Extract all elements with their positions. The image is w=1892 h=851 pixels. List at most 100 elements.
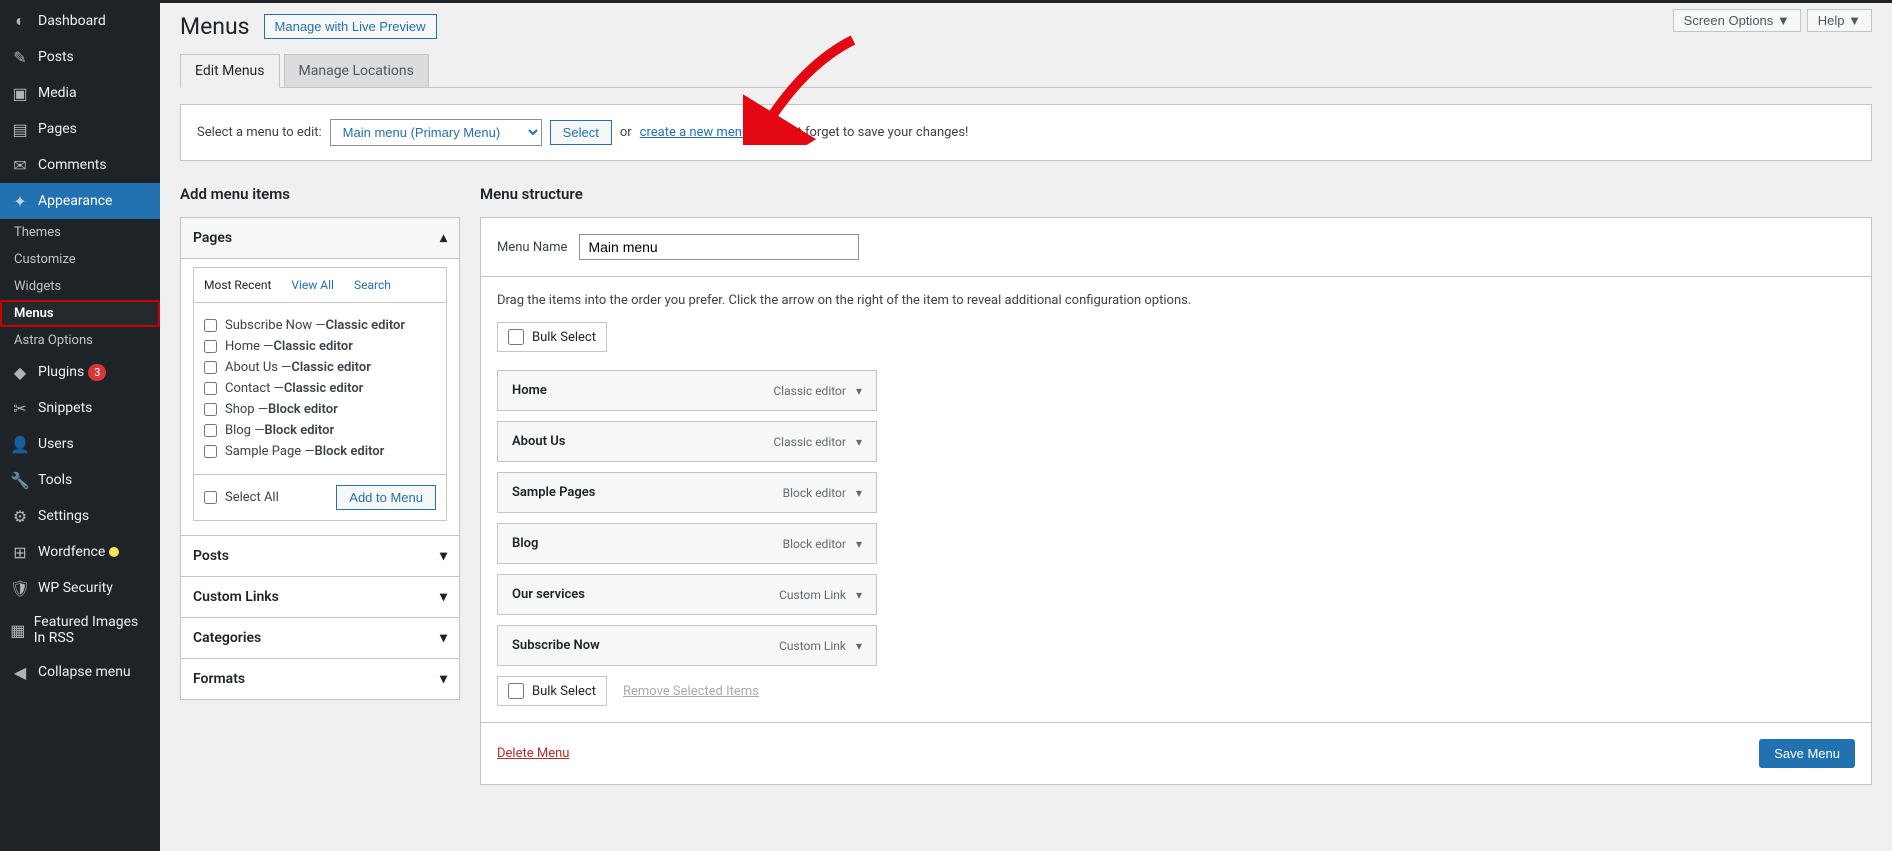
select-all-checkbox[interactable] [204,491,217,504]
sidebar-item-label: Wordfence [38,544,105,560]
inner-tab-search[interactable]: Search [344,268,401,302]
inner-tab-view-all[interactable]: View All [281,268,344,302]
tools-icon: 🔧 [10,470,30,490]
acc-pages-body: Most Recent View All Search Subscribe No… [181,258,459,535]
acc-custom-links-header[interactable]: Custom Links▾ [181,576,459,617]
menu-item-label: Our services [512,587,585,602]
screen-options-button[interactable]: Screen Options ▼ [1673,9,1801,32]
acc-categories-header[interactable]: Categories▾ [181,617,459,658]
live-preview-button[interactable]: Manage with Live Preview [264,14,437,39]
remove-selected-link[interactable]: Remove Selected Items [623,684,759,699]
sidebar-sub-themes[interactable]: Themes [0,219,160,246]
acc-posts-header[interactable]: Posts▾ [181,535,459,576]
tab-edit-menus[interactable]: Edit Menus [180,54,280,88]
menu-item[interactable]: Subscribe NowCustom Link▾ [497,625,877,666]
appearance-icon: ✦ [10,191,30,211]
page-type: Classic editor [273,339,353,354]
menu-structure-title: Menu structure [480,185,1872,203]
menu-item[interactable]: HomeClassic editor▾ [497,370,877,411]
page-checkbox[interactable] [204,445,217,458]
sidebar-item-dashboard[interactable]: ◐Dashboard [0,3,160,39]
add-to-menu-button[interactable]: Add to Menu [336,485,436,510]
sidebar-item-posts[interactable]: ✎Posts [0,39,160,75]
sidebar-sub-menus[interactable]: Menus [0,300,160,327]
acc-pages-header[interactable]: Pages▴ [181,218,459,258]
create-new-menu-link[interactable]: create a new menu [640,125,749,140]
delete-menu-link[interactable]: Delete Menu [497,746,569,761]
page-name: About Us — [225,360,291,375]
page-name: Sample Page — [225,444,315,459]
bulk-checkbox-top[interactable] [508,329,524,345]
menu-item-type: Classic editor [773,384,846,398]
acc-formats-header[interactable]: Formats▾ [181,658,459,699]
users-icon: 👤 [10,434,30,454]
sidebar-item-label: Comments [38,157,107,173]
bulk-checkbox-bottom[interactable] [508,683,524,699]
page-checkbox[interactable] [204,319,217,332]
page-checkbox[interactable] [204,382,217,395]
menu-item-type: Custom Link [779,588,846,602]
sidebar-item-label: Pages [38,121,77,137]
bulk-select-bottom[interactable]: Bulk Select [497,676,607,706]
sidebar-item-featured-images-rss[interactable]: ▦Featured Images In RSS [0,606,160,654]
page-item[interactable]: About Us — Classic editor [204,357,436,378]
page-item[interactable]: Sample Page — Block editor [204,441,436,462]
sidebar-item-wordfence[interactable]: ⊞ Wordfence [0,534,160,570]
menu-item-label: Sample Pages [512,485,595,500]
admin-sidebar: ◐Dashboard✎Posts▣Media▤Pages✉Comments✦Ap… [0,0,160,851]
sidebar-sub-astra-options[interactable]: Astra Options [0,327,160,354]
tabs-row: Edit Menus Manage Locations [180,54,1872,88]
sidebar-item-label: Collapse menu [38,664,131,680]
menu-name-input[interactable] [579,234,859,260]
menu-item[interactable]: Sample Pages Block editor ▾ [497,472,877,513]
menu-item-type: Block editor [783,486,846,500]
page-item[interactable]: Shop — Block editor [204,399,436,420]
page-checkbox[interactable] [204,361,217,374]
page-item[interactable]: Home — Classic editor [204,336,436,357]
save-menu-button[interactable]: Save Menu [1759,739,1855,768]
menu-item-label: Home [512,383,547,398]
sidebar-sub-widgets[interactable]: Widgets [0,273,160,300]
inner-tab-most-recent[interactable]: Most Recent [194,268,281,302]
page-name: Contact — [225,381,284,396]
page-checkbox[interactable] [204,340,217,353]
menu-item-label: About Us [512,434,565,449]
sidebar-item-pages[interactable]: ▤Pages [0,111,160,147]
page-name: Blog — [225,423,264,438]
bulk-select-top[interactable]: Bulk Select [497,322,607,352]
sidebar-item-tools[interactable]: 🔧Tools [0,462,160,498]
tab-manage-locations[interactable]: Manage Locations [284,54,429,87]
page-type: Classic editor [326,318,406,333]
sidebar-item-collapse-menu[interactable]: ◀Collapse menu [0,654,160,690]
page-item[interactable]: Blog — Block editor [204,420,436,441]
wordfence-icon: ⊞ [10,542,30,562]
sidebar-item-settings[interactable]: ⚙Settings [0,498,160,534]
page-item[interactable]: Subscribe Now — Classic editor [204,315,436,336]
caret-down-icon: ▾ [856,537,862,551]
page-checkbox[interactable] [204,424,217,437]
settings-icon: ⚙ [10,506,30,526]
main-content: Screen Options ▼ Help ▼ Menus Manage wit… [160,0,1892,851]
select-button[interactable]: Select [550,120,612,145]
sidebar-item-wp-security[interactable]: 🛡WP Security [0,570,160,606]
menu-item[interactable]: BlogBlock editor▾ [497,523,877,564]
menu-item[interactable]: Our servicesCustom Link▾ [497,574,877,615]
sidebar-item-appearance[interactable]: ✦Appearance [0,183,160,219]
sidebar-sub-customize[interactable]: Customize [0,246,160,273]
menu-select[interactable]: Main menu (Primary Menu) [330,119,542,146]
sidebar-item-snippets[interactable]: ✂Snippets [0,390,160,426]
menu-item[interactable]: About UsClassic editor▾ [497,421,877,462]
sidebar-item-plugins[interactable]: ◆Plugins3 [0,354,160,390]
menu-name-label: Menu Name [497,240,567,255]
page-type: Block editor [264,423,334,438]
page-item[interactable]: Contact — Classic editor [204,378,436,399]
media-icon: ▣ [10,83,30,103]
sidebar-item-comments[interactable]: ✉Comments [0,147,160,183]
page-checkbox[interactable] [204,403,217,416]
menu-select-bar: Select a menu to edit: Main menu (Primar… [180,104,1872,161]
select-all[interactable]: Select All [204,487,279,508]
sidebar-item-media[interactable]: ▣Media [0,75,160,111]
sidebar-item-users[interactable]: 👤Users [0,426,160,462]
help-button[interactable]: Help ▼ [1807,9,1872,32]
caret-down-icon: ▾ [856,486,862,500]
